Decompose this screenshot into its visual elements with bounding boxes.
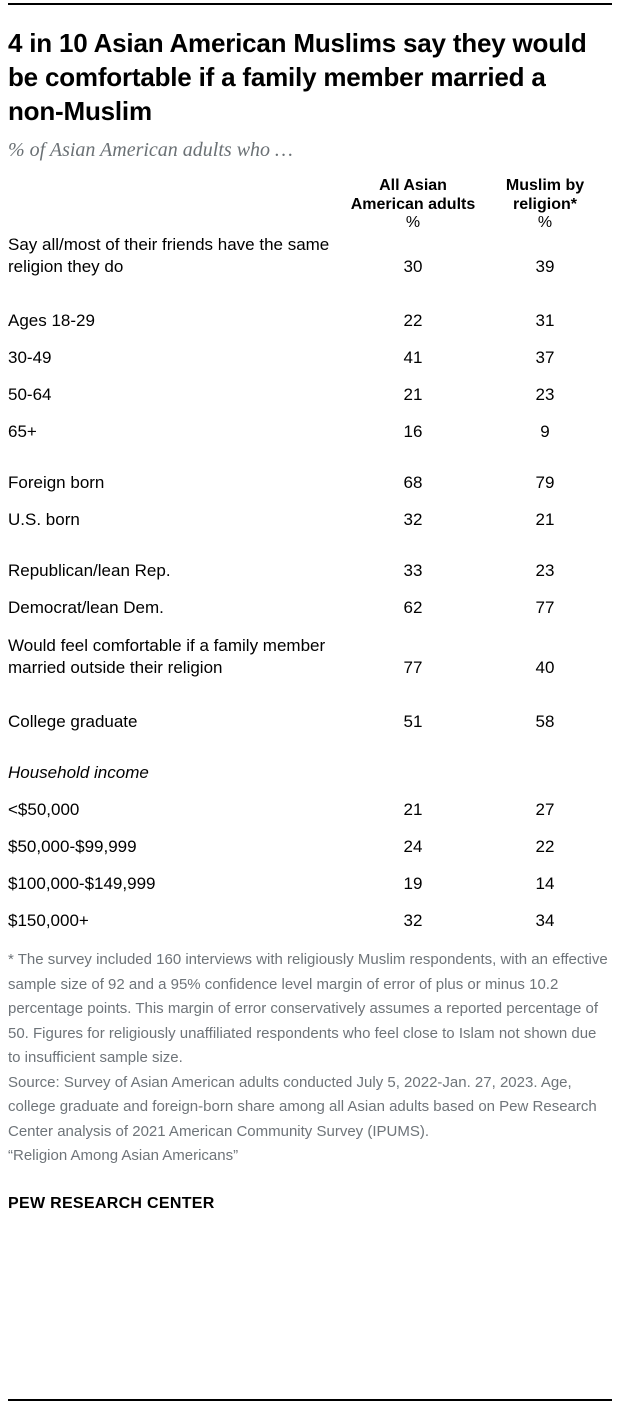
table-row-spacer	[8, 443, 612, 457]
table-row: Say all/most of their friends have the s…	[8, 232, 612, 281]
table-body: Say all/most of their friends have the s…	[8, 232, 612, 932]
table-row: $150,000+ 32 34	[8, 895, 612, 932]
table-cell-all-asian-american-adults: 32	[403, 510, 423, 529]
table-row-label: 30-49	[8, 348, 52, 367]
table-row: <$50,000 21 27	[8, 784, 612, 821]
table-row-label: College graduate	[8, 712, 138, 731]
table-cell-muslim-by-religion: 77	[535, 598, 555, 617]
table-cell-muslim-by-religion: 23	[535, 561, 555, 580]
table-row: 50-64 21 23	[8, 369, 612, 406]
table-header-row-labels: All Asian American adults Muslim by reli…	[8, 176, 612, 214]
column-header-all-asian-american-adults: All Asian American adults	[350, 177, 476, 213]
table-cell-all-asian-american-adults: 22	[403, 311, 423, 330]
top-divider	[8, 3, 612, 5]
table-cell-all-asian-american-adults: 41	[403, 348, 423, 367]
table-cell-all-asian-american-adults: 16	[403, 422, 423, 441]
table-row: $50,000-$99,999 24 22	[8, 821, 612, 858]
table-row: Democrat/lean Dem. 62 77	[8, 582, 612, 619]
table-cell-all-asian-american-adults: 33	[403, 561, 423, 580]
table-row: College graduate 51 58	[8, 696, 612, 733]
table-header: All Asian American adults Muslim by reli…	[8, 176, 612, 232]
column-unit-all-asian-american-adults: %	[405, 214, 421, 231]
table-cell-all-asian-american-adults: 24	[403, 837, 423, 856]
table-cell-all-asian-american-adults: 62	[403, 598, 423, 617]
pew-research-center-brand: PEW RESEARCH CENTER	[8, 1194, 215, 1212]
table-header-blank	[8, 176, 348, 214]
table-row-label: U.S. born	[8, 510, 80, 529]
table-cell-all-asian-american-adults: 77	[403, 658, 423, 677]
table-row-label: <$50,000	[8, 800, 80, 819]
table-cell-all-asian-american-adults: 68	[403, 473, 423, 492]
table-subheading-label: Household income	[8, 763, 149, 782]
column-header-muslim-by-religion: Muslim by religion*	[505, 177, 585, 213]
table-row-spacer	[8, 682, 612, 696]
table-row-spacer	[8, 619, 612, 633]
table-cell-muslim-by-religion: 34	[535, 911, 555, 930]
data-table: All Asian American adults Muslim by reli…	[8, 176, 612, 932]
column-unit-muslim-by-religion: %	[537, 214, 553, 231]
table-cell-muslim-by-religion: 39	[535, 257, 555, 276]
table-cell-muslim-by-religion: 79	[535, 473, 555, 492]
source-note: Source: Survey of Asian American adults …	[8, 1073, 597, 1140]
table-row-label: $100,000-$149,999	[8, 874, 156, 893]
table-row-label: Say all/most of their friends have the s…	[8, 235, 330, 276]
table-row-spacer-cell	[8, 443, 612, 457]
table-subheading-row: Household income	[8, 747, 612, 784]
pew-fact-tank-table-card: 4 in 10 Asian American Muslims say they …	[0, 3, 620, 1407]
table-cell-all-asian-american-adults: 21	[403, 800, 423, 819]
table-cell-muslim-by-religion: 9	[540, 422, 550, 441]
table-row: Would feel comfortable if a family membe…	[8, 633, 612, 682]
table-row: $100,000-$149,999 19 14	[8, 858, 612, 895]
table-cell-muslim-by-religion: 21	[535, 510, 555, 529]
table-cell-all-asian-american-adults: 32	[403, 911, 423, 930]
table-header-unit-blank	[8, 214, 348, 232]
table-row-label: Republican/lean Rep.	[8, 561, 171, 580]
table-row-spacer	[8, 733, 612, 747]
table-row-label: Foreign born	[8, 473, 105, 492]
table-row-spacer-cell	[8, 733, 612, 747]
table-row-spacer-cell	[8, 531, 612, 545]
table-header-row-units: % %	[8, 214, 612, 232]
table-row-label: Ages 18-29	[8, 311, 95, 330]
notes-block: * The survey included 160 interviews wit…	[8, 948, 612, 1169]
table-cell-muslim-by-religion: 58	[535, 712, 555, 731]
table-cell-muslim-by-religion: 40	[535, 658, 555, 677]
table-cell-all-asian-american-adults: 30	[403, 257, 423, 276]
table-cell-muslim-by-religion: 37	[535, 348, 555, 367]
table-cell-muslim-by-religion: 14	[535, 874, 555, 893]
table-row: Foreign born 68 79	[8, 457, 612, 494]
table-row: 30-49 41 37	[8, 332, 612, 369]
report-title-note: “Religion Among Asian Americans”	[8, 1147, 239, 1164]
table-row-label: Would feel comfortable if a family membe…	[8, 636, 326, 677]
table-row-label: $50,000-$99,999	[8, 837, 137, 856]
page-title: 4 in 10 Asian American Muslims say they …	[8, 28, 587, 126]
table-row: Ages 18-29 22 31	[8, 295, 612, 332]
table-row-spacer	[8, 281, 612, 295]
subtitle: % of Asian American adults who …	[8, 139, 293, 161]
table-row-spacer-cell	[8, 281, 612, 295]
table-cell-muslim-by-religion: 23	[535, 385, 555, 404]
table-row-spacer-cell	[8, 619, 612, 633]
table-row: U.S. born 32 21	[8, 494, 612, 531]
table-row-label: 65+	[8, 422, 37, 441]
table-cell-all-asian-american-adults: 19	[403, 874, 423, 893]
table-row-spacer	[8, 531, 612, 545]
table-row-label: Democrat/lean Dem.	[8, 598, 164, 617]
table-row: 65+ 16 9	[8, 406, 612, 443]
table-row-label: $150,000+	[8, 911, 89, 930]
table-row-label: 50-64	[8, 385, 52, 404]
footnote-asterisk: * The survey included 160 interviews wit…	[8, 951, 608, 1066]
table-cell-muslim-by-religion: 31	[535, 311, 555, 330]
bottom-divider	[8, 1399, 612, 1401]
table-row-spacer-cell	[8, 682, 612, 696]
table-cell-muslim-by-religion: 22	[535, 837, 555, 856]
table-cell-all-asian-american-adults: 51	[403, 712, 423, 731]
table-cell-muslim-by-religion: 27	[535, 800, 555, 819]
table-cell-all-asian-american-adults: 21	[403, 385, 423, 404]
table-row: Republican/lean Rep. 33 23	[8, 545, 612, 582]
